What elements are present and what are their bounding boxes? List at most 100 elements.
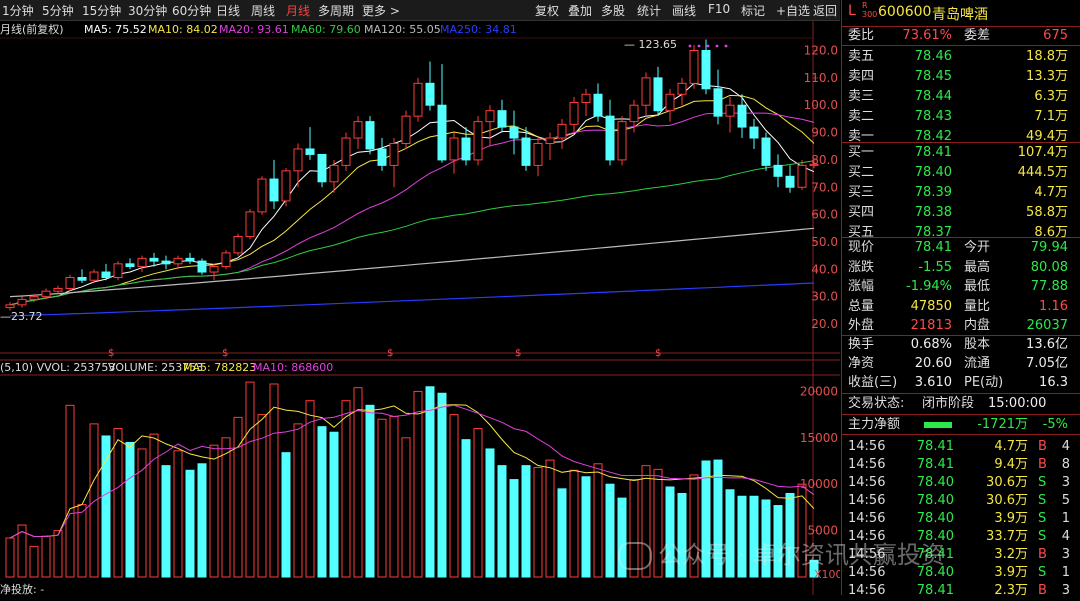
tick-count: 3 bbox=[1061, 547, 1070, 562]
period-tab[interactable]: 多周期 bbox=[318, 2, 354, 19]
ask-price: 78.46 bbox=[914, 49, 952, 64]
price-tick: 40.0 bbox=[811, 262, 838, 276]
stat-value: 16.3 bbox=[1039, 375, 1068, 390]
dividend-marker: $ bbox=[655, 348, 661, 359]
volume-bar bbox=[581, 476, 591, 578]
volume-bar bbox=[485, 448, 495, 578]
stat-value: 79.94 bbox=[1030, 240, 1068, 255]
ask-price: 78.44 bbox=[914, 89, 952, 104]
toolbar-button[interactable]: 叠加 bbox=[568, 2, 592, 19]
toolbar-button[interactable]: 返回 bbox=[813, 2, 837, 19]
tick-volume: 4.7万 bbox=[994, 439, 1028, 454]
tick-price: 78.40 bbox=[916, 493, 954, 508]
separator bbox=[842, 434, 1080, 435]
price-tick: 50.0 bbox=[811, 235, 838, 249]
ask-row: 卖五 78.46 18.8万 bbox=[842, 47, 1080, 67]
volume-bar bbox=[305, 400, 315, 578]
volume-bar bbox=[533, 466, 543, 578]
stat-value: 21813 bbox=[910, 318, 952, 333]
volume-bar bbox=[425, 386, 435, 578]
toolbar-button[interactable]: F10 bbox=[708, 2, 730, 16]
weicha-label: 委差 bbox=[964, 28, 991, 43]
toolbar-button[interactable]: 统计 bbox=[637, 2, 661, 19]
stat-value: -1.94% bbox=[906, 279, 952, 294]
wechat-icon bbox=[618, 542, 652, 570]
toolbar-button[interactable]: 标记 bbox=[741, 2, 765, 19]
ask-price: 78.43 bbox=[914, 109, 952, 124]
ask-volume: 7.1万 bbox=[1034, 109, 1068, 124]
volume-bar bbox=[173, 450, 183, 578]
toolbar-button[interactable]: 画线 bbox=[672, 2, 696, 19]
bid-label: 买二 bbox=[848, 165, 875, 180]
kline-chart[interactable]: 120.0 110.0 100.0 90.0 80.0 70.0 60.0 50.0 40.0 3… bbox=[0, 0, 840, 595]
tick-side: S bbox=[1038, 493, 1047, 508]
stat-value: 26037 bbox=[1026, 318, 1068, 333]
tick-side: B bbox=[1038, 457, 1047, 472]
volume-bar bbox=[497, 465, 507, 578]
volume-bar bbox=[521, 465, 531, 578]
volume-bar bbox=[317, 426, 327, 578]
period-tab[interactable]: 日线 bbox=[216, 2, 240, 19]
stat-label: 换手 bbox=[848, 337, 875, 352]
flow-label: 主力净额 bbox=[848, 417, 901, 432]
volume-bar bbox=[557, 488, 567, 578]
period-tab[interactable]: 月线 bbox=[286, 2, 310, 19]
tick-time: 14:56 bbox=[848, 475, 886, 490]
bid-volume: 444.5万 bbox=[1017, 165, 1068, 180]
bid-row: 买二 78.40 444.5万 bbox=[842, 163, 1080, 183]
period-tab[interactable]: 更多 > bbox=[362, 2, 400, 19]
volume-bar bbox=[365, 404, 375, 578]
tick-count: 5 bbox=[1061, 493, 1070, 508]
dividend-marker: $ bbox=[222, 348, 228, 359]
bid-volume: 4.7万 bbox=[1034, 185, 1068, 200]
tick-count: 1 bbox=[1061, 511, 1070, 526]
period-tab[interactable]: 60分钟 bbox=[172, 2, 211, 19]
signal-dot bbox=[724, 44, 728, 48]
toolbar-button[interactable]: 多股 bbox=[601, 2, 625, 19]
ask-row: 卖四 78.45 13.3万 bbox=[842, 67, 1080, 87]
status-row: 交易状态: 闭市阶段 15:00:00 bbox=[842, 394, 1080, 414]
price-tick: 20.0 bbox=[811, 317, 838, 331]
stat-label: 最低 bbox=[964, 279, 991, 294]
volume-bar bbox=[245, 381, 255, 578]
tick-price: 78.40 bbox=[916, 475, 954, 490]
period-tab[interactable]: 1分钟 bbox=[2, 2, 34, 19]
tick-row: 14:56 78.41 4.7万 B 4 bbox=[842, 437, 1080, 457]
ma-legend: MA10: 84.02 bbox=[148, 23, 218, 36]
toolbar-button[interactable]: 复权 bbox=[535, 2, 559, 19]
candle bbox=[689, 45, 699, 89]
stat-row: 现价 78.41 今开 79.94 bbox=[842, 238, 1080, 258]
volume-legend: (5,10) VVOL: 253753 bbox=[0, 361, 115, 374]
level-icon: L bbox=[848, 3, 856, 19]
signal-dot bbox=[688, 44, 692, 48]
volume-bar bbox=[593, 463, 603, 578]
watermark-text: 公众号 · 卓尔资讯共赢投资 bbox=[658, 541, 945, 569]
tick-time: 14:56 bbox=[848, 511, 886, 526]
candle bbox=[365, 116, 375, 155]
toolbar-button[interactable]: +自选 bbox=[776, 2, 810, 19]
stock-code: 600600 bbox=[878, 4, 932, 20]
volume-bar bbox=[437, 392, 447, 578]
stat-value: 77.88 bbox=[1030, 279, 1068, 294]
period-tab[interactable]: 30分钟 bbox=[128, 2, 167, 19]
volume-bar bbox=[605, 483, 615, 578]
stat-row: 总量 47850 量比 1.16 bbox=[842, 297, 1080, 317]
period-tab[interactable]: 周线 bbox=[251, 2, 275, 19]
volume-bar bbox=[209, 444, 219, 578]
stat-label: 量比 bbox=[964, 298, 991, 314]
tick-price: 78.41 bbox=[916, 583, 954, 598]
flow-value: -1721万 bbox=[977, 417, 1028, 432]
period-tab[interactable]: 15分钟 bbox=[82, 2, 121, 19]
tick-side: S bbox=[1038, 529, 1047, 544]
tick-volume: 30.6万 bbox=[986, 493, 1028, 508]
tick-time: 14:56 bbox=[848, 493, 886, 508]
status-time: 15:00:00 bbox=[988, 396, 1047, 411]
ma-legend: MA120: 55.05 bbox=[364, 23, 441, 36]
tick-row: 14:56 78.40 30.6万 S 3 bbox=[842, 473, 1080, 493]
period-tab[interactable]: 5分钟 bbox=[42, 2, 74, 19]
low-marker: —23.72 bbox=[0, 310, 43, 323]
tick-volume: 30.6万 bbox=[986, 475, 1028, 490]
ask-row: 卖三 78.44 6.3万 bbox=[842, 87, 1080, 107]
price-tick: 60.0 bbox=[811, 208, 838, 222]
flow-row: 主力净额 -1721万 -5% bbox=[842, 415, 1080, 435]
